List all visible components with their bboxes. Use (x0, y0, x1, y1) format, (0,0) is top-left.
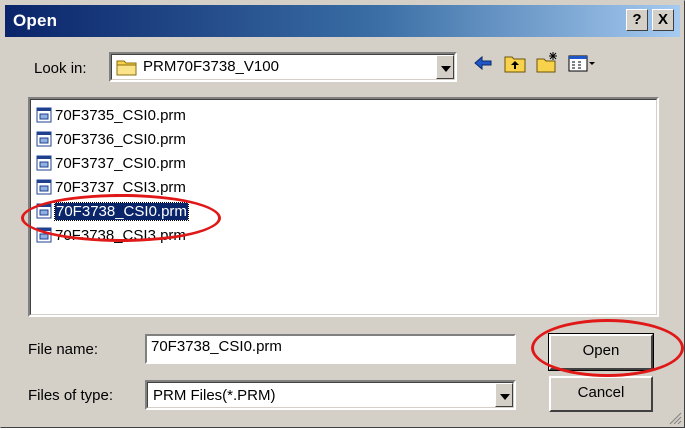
title-bar[interactable]: Open ? X (5, 5, 680, 37)
highlight-ring-selected-file (21, 194, 221, 242)
file-name-label: File name: (28, 341, 99, 358)
back-arrow-icon[interactable] (471, 51, 495, 75)
help-button[interactable]: ? (626, 9, 648, 31)
files-of-type-label: Files of type: (28, 387, 114, 404)
list-item[interactable]: 70F3735_CSI0.prm (36, 105, 186, 127)
resize-grip-icon[interactable] (668, 411, 682, 425)
open-dialog: Open ? X Look in: PRM70F3738_V100 70F373… (0, 0, 685, 428)
view-menu-icon[interactable] (567, 51, 597, 75)
chevron-down-icon (441, 66, 451, 72)
look-in-combo[interactable]: PRM70F3738_V100 (109, 52, 457, 82)
window-title: Open (13, 11, 58, 30)
folder-icon (116, 58, 138, 76)
new-folder-icon[interactable] (535, 51, 559, 75)
files-of-type-dropdown-button[interactable] (495, 383, 513, 407)
cancel-button[interactable]: Cancel (549, 376, 653, 412)
prm-file-icon (36, 155, 52, 171)
chevron-down-icon (500, 394, 510, 400)
highlight-ring-open-button (531, 319, 684, 377)
up-folder-icon[interactable] (503, 51, 527, 75)
prm-file-icon (36, 131, 52, 147)
list-item[interactable]: 70F3737_CSI0.prm (36, 153, 186, 175)
look-in-label: Look in: (34, 60, 87, 77)
look-in-value: PRM70F3738_V100 (143, 58, 279, 75)
files-of-type-value: PRM Files(*.PRM) (153, 387, 276, 404)
file-name-input[interactable]: 70F3738_CSI0.prm (145, 334, 516, 364)
look-in-dropdown-button[interactable] (436, 55, 454, 79)
list-item[interactable]: 70F3736_CSI0.prm (36, 129, 186, 151)
files-of-type-combo[interactable]: PRM Files(*.PRM) (145, 380, 516, 410)
prm-file-icon (36, 107, 52, 123)
close-button[interactable]: X (652, 9, 674, 31)
prm-file-icon (36, 179, 52, 195)
